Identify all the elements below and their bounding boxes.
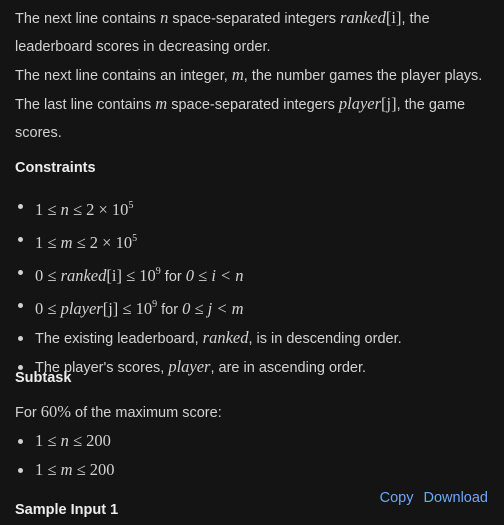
input-format-section: The next line contains n space-separated…: [15, 4, 497, 147]
constraint-item: 0 ≤ player[j] ≤ 109 for 0 ≤ j < m: [15, 291, 497, 324]
constraints-heading: Constraints: [15, 160, 96, 176]
download-button[interactable]: Download: [424, 490, 489, 506]
subtask-heading: Subtask: [15, 370, 72, 386]
math-var-m: m: [231, 65, 244, 84]
math-var-player: player: [338, 94, 382, 113]
bullet-icon: [18, 468, 23, 473]
constraints-section: Constraints 1 ≤ n ≤ 2 × 105 1 ≤ m ≤ 2 × …: [15, 154, 497, 382]
input-format-line-3: The next line contains an integer, m, th…: [15, 65, 483, 84]
input-format-line-5: scores.: [15, 125, 62, 141]
bullet-icon: [18, 336, 23, 341]
subtask-item: 1 ≤ n ≤ 200: [15, 427, 497, 456]
bullet-icon: [18, 303, 23, 308]
bullet-icon: [18, 237, 23, 242]
input-format-line-4: The last line contains m space-separated…: [15, 94, 466, 113]
input-format-line-1: The next line contains n space-separated…: [15, 8, 430, 27]
bullet-icon: [18, 204, 23, 209]
math-var-m: m: [155, 94, 168, 113]
constraints-list: 1 ≤ n ≤ 2 × 105 1 ≤ m ≤ 2 × 105 0 ≤ rank…: [15, 192, 497, 382]
constraint-note: The existing leaderboard, ranked, is in …: [15, 324, 497, 353]
constraint-item: 0 ≤ ranked[i] ≤ 109 for 0 ≤ i < n: [15, 258, 497, 291]
bullet-icon: [18, 439, 23, 444]
constraint-item: 1 ≤ m ≤ 2 × 105: [15, 225, 497, 258]
copy-button[interactable]: Copy: [380, 490, 414, 506]
input-format-line-2: leaderboard scores in decreasing order.: [15, 39, 271, 55]
constraint-item: 1 ≤ n ≤ 2 × 105: [15, 192, 497, 225]
math-var-ranked: ranked: [340, 8, 386, 27]
subtask-item: 1 ≤ m ≤ 200: [15, 456, 497, 485]
sample-actions: Copy Download: [380, 490, 488, 506]
subtask-intro: For 60% of the maximum score:: [15, 402, 222, 421]
sample-input-heading: Sample Input 1: [15, 502, 119, 518]
bullet-icon: [18, 270, 23, 275]
subtask-list: 1 ≤ n ≤ 200 1 ≤ m ≤ 200: [15, 427, 497, 485]
subtask-section: Subtask For 60% of the maximum score: 1 …: [15, 364, 497, 485]
